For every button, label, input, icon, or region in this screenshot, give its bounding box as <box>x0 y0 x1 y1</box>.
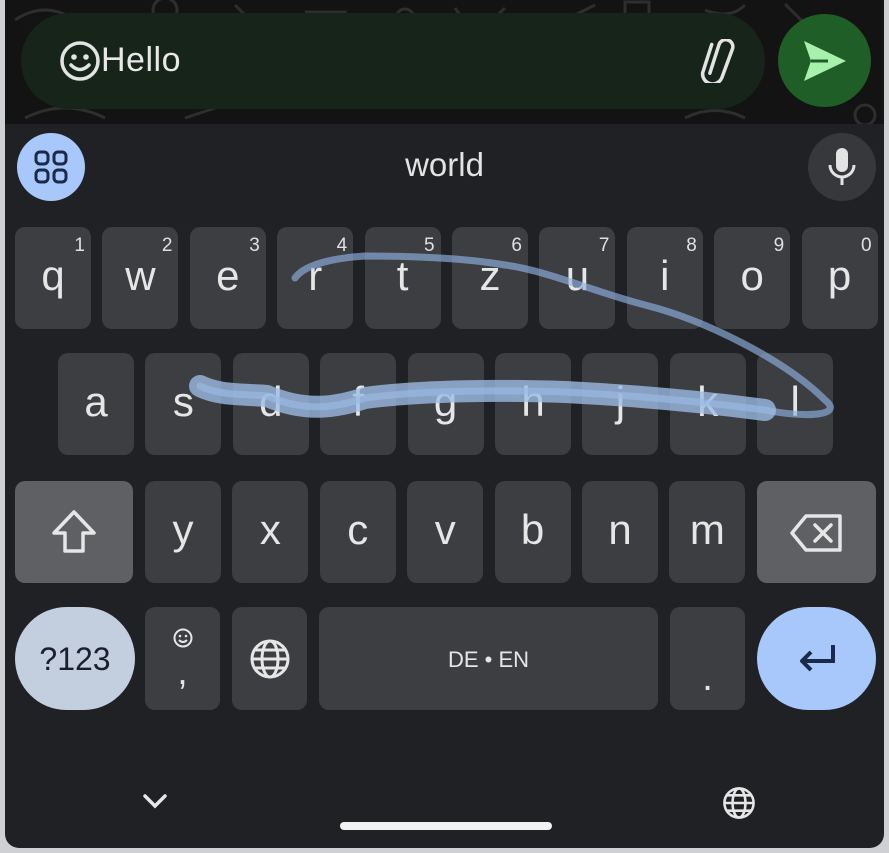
letter-key[interactable]: f <box>320 353 397 455</box>
message-input-bar[interactable]: Hello <box>21 13 765 109</box>
key-number-hint: 3 <box>249 235 260 256</box>
phone-screen: Hello world q 1 w 2 e 3 r 4 t 5 z 6 u 7 … <box>5 0 884 848</box>
key-label: q <box>41 252 65 299</box>
letter-key[interactable]: w2 <box>102 227 179 329</box>
emoji-small-icon <box>173 628 193 648</box>
key-label: f <box>352 378 365 425</box>
letter-key[interactable]: d <box>232 353 309 455</box>
paperclip-icon[interactable] <box>695 39 743 83</box>
letter-key[interactable]: u7 <box>539 227 616 329</box>
key-label: r <box>308 252 323 299</box>
symbols-key-label: ?123 <box>39 641 111 677</box>
shift-key[interactable] <box>15 481 133 583</box>
emoji-smile-icon[interactable] <box>57 38 103 84</box>
key-label: n <box>608 506 632 553</box>
key-label: g <box>433 378 458 425</box>
shift-icon <box>52 510 96 553</box>
send-icon <box>804 41 846 81</box>
key-number-hint: 6 <box>511 235 522 256</box>
letter-key[interactable]: m <box>669 481 746 583</box>
key-label: d <box>259 378 283 425</box>
chevron-down-icon[interactable] <box>135 786 175 816</box>
letter-key[interactable]: b <box>494 481 571 583</box>
symbols-key[interactable]: ?123 <box>15 607 135 710</box>
letter-key[interactable]: c <box>319 481 396 583</box>
key-label: b <box>520 506 545 553</box>
message-input-text[interactable]: Hello <box>101 41 181 80</box>
key-label: j <box>615 378 626 425</box>
enter-icon <box>800 645 835 672</box>
letter-key[interactable]: e3 <box>189 227 266 329</box>
key-label: o <box>740 252 764 299</box>
word-suggestion[interactable]: world <box>5 146 884 184</box>
space-key-label: DE • EN <box>447 647 530 672</box>
microphone-icon <box>828 148 856 185</box>
key-label: m <box>689 506 725 553</box>
key-label: x <box>259 506 281 553</box>
key-number-hint: 1 <box>74 235 85 256</box>
letter-key[interactable]: j <box>582 353 659 455</box>
letter-key[interactable]: l <box>757 353 834 455</box>
key-label: h <box>521 378 545 425</box>
language-switch-key[interactable] <box>232 607 307 710</box>
key-number-hint: 9 <box>773 235 785 256</box>
letter-key[interactable]: x <box>232 481 309 583</box>
key-number-hint: 4 <box>336 235 348 256</box>
key-number-hint: 5 <box>424 235 435 256</box>
space-key[interactable]: DE • EN <box>319 607 658 710</box>
key-label: i <box>660 252 670 299</box>
send-button[interactable] <box>778 14 871 107</box>
home-gesture-bar[interactable] <box>340 822 552 830</box>
letter-key[interactable]: a <box>58 353 134 455</box>
backspace-icon <box>790 514 842 552</box>
key-label: y <box>172 506 194 553</box>
voice-input-button[interactable] <box>808 133 876 201</box>
letter-key[interactable]: q1 <box>15 227 91 329</box>
key-label: v <box>434 506 456 553</box>
key-label: k <box>697 378 719 425</box>
letter-key[interactable]: h <box>495 353 571 455</box>
letter-key[interactable]: g <box>407 353 484 455</box>
key-label: z <box>479 252 501 299</box>
key-number-hint: 7 <box>598 235 610 256</box>
period-key-label: . <box>702 657 713 699</box>
enter-key[interactable] <box>757 607 876 710</box>
comma-key[interactable]: , <box>145 607 220 710</box>
globe-icon <box>250 639 290 679</box>
letter-key[interactable]: n <box>582 481 658 583</box>
letter-key[interactable]: k <box>669 353 746 455</box>
key-label: w <box>125 252 156 299</box>
letter-key[interactable]: r4 <box>277 227 354 329</box>
suggestion-strip: world <box>5 124 884 212</box>
letter-key[interactable]: y <box>145 481 221 583</box>
chat-wallpaper: Hello <box>5 0 884 124</box>
key-number-hint: 8 <box>686 235 697 256</box>
key-number-hint: 2 <box>161 235 173 256</box>
key-label: p <box>827 252 852 299</box>
key-label: e <box>216 252 240 299</box>
key-label: l <box>790 378 800 425</box>
comma-key-label: , <box>177 651 188 692</box>
key-label: u <box>565 252 590 299</box>
key-label: a <box>84 378 108 425</box>
letter-key[interactable]: v <box>407 481 484 583</box>
backspace-key[interactable] <box>757 481 876 583</box>
key-label: t <box>396 252 409 299</box>
globe-icon[interactable] <box>721 785 757 821</box>
letter-key[interactable]: t5 <box>364 227 441 329</box>
letter-key[interactable]: p0 <box>801 227 878 329</box>
key-number-hint: 0 <box>861 235 872 256</box>
key-label: c <box>347 506 369 553</box>
letter-key[interactable]: o9 <box>714 227 791 329</box>
period-key[interactable]: . <box>670 607 745 710</box>
letter-key[interactable]: z6 <box>452 227 528 329</box>
key-label: s <box>172 378 194 425</box>
letter-key[interactable]: i8 <box>626 227 703 329</box>
letter-key[interactable]: s <box>145 353 222 455</box>
